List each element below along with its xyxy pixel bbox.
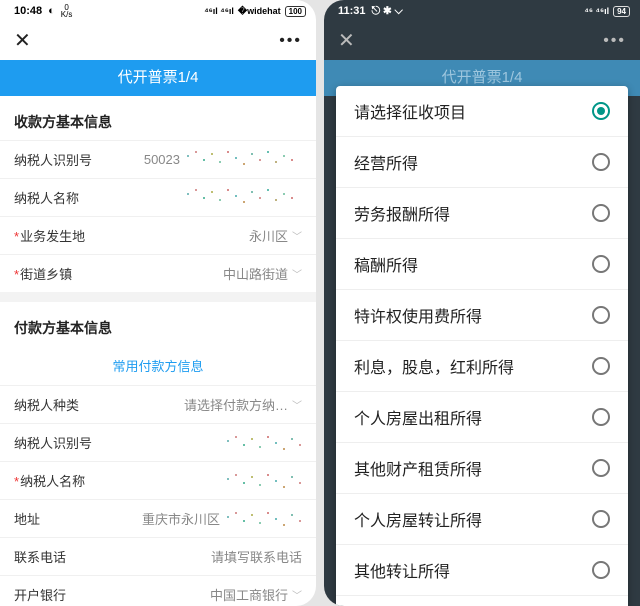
label-payer-name: 纳税人名称 bbox=[14, 471, 85, 490]
option-author-income[interactable]: 稿酬所得 bbox=[336, 239, 628, 290]
chevron-down-icon: ﹀ bbox=[292, 397, 302, 412]
redaction-icon bbox=[222, 509, 302, 529]
value-phone: 请填写联系电话 bbox=[76, 547, 302, 566]
status-battery: 100 bbox=[285, 6, 306, 17]
option-house-transfer-income[interactable]: 个人房屋转让所得 bbox=[336, 494, 628, 545]
row-payer-tax-id[interactable]: 纳税人识别号 bbox=[0, 423, 316, 461]
option-interest-dividend-income[interactable]: 利息，股息，红利所得 bbox=[336, 341, 628, 392]
radio-icon bbox=[592, 561, 610, 579]
redaction-icon bbox=[222, 433, 302, 453]
row-town[interactable]: 街道乡镇 中山路街道﹀ bbox=[0, 254, 316, 292]
row-bank[interactable]: 开户银行 中国工商银行﹀ bbox=[0, 575, 316, 606]
option-label: 稿酬所得 bbox=[354, 252, 418, 276]
status-time: 10:48 bbox=[14, 5, 42, 17]
status-glyph: ◐ bbox=[48, 5, 55, 17]
status-net: ⁴⁶ıl ⁴⁶ıl bbox=[204, 6, 234, 16]
status-bar: 10:48 ◐ 0K/s ⁴⁶ıl ⁴⁶ıl �widehat 100 bbox=[0, 0, 316, 22]
status-icons: ⎋ ✱ ⌵ bbox=[372, 5, 403, 18]
value-payer-name bbox=[95, 471, 302, 491]
option-label: 请选择征收项目 bbox=[354, 99, 466, 123]
more-button[interactable]: ••• bbox=[279, 32, 302, 50]
status-speed: 0K/s bbox=[61, 4, 73, 18]
option-other-lease-income[interactable]: 其他财产租赁所得 bbox=[336, 443, 628, 494]
form-scroll[interactable]: 收款方基本信息 纳税人识别号 50023 纳税人名称 业务发生地 永川区﹀ 街道… bbox=[0, 96, 316, 606]
option-label: 个人房屋转让所得 bbox=[354, 507, 482, 531]
page-title: 代开普票1/4 bbox=[0, 60, 316, 96]
phone-left: 10:48 ◐ 0K/s ⁴⁶ıl ⁴⁶ıl �widehat 100 ✕ ••… bbox=[0, 0, 316, 606]
close-button[interactable]: ✕ bbox=[338, 31, 355, 51]
row-payer-kind[interactable]: 纳税人种类 请选择付款方纳…﹀ bbox=[0, 385, 316, 423]
status-battery: 94 bbox=[613, 6, 630, 17]
radio-icon bbox=[592, 153, 610, 171]
label-bank: 开户银行 bbox=[14, 585, 66, 604]
option-label: 利息，股息，红利所得 bbox=[354, 354, 514, 378]
label-town: 街道乡镇 bbox=[14, 264, 72, 283]
row-payer-name[interactable]: 纳税人名称 bbox=[0, 461, 316, 499]
label-payer-tax-id: 纳税人识别号 bbox=[14, 433, 92, 452]
label-business-place: 业务发生地 bbox=[14, 226, 85, 245]
value-payer-tax-id bbox=[102, 433, 302, 453]
option-label: 个人房屋出租所得 bbox=[354, 405, 482, 429]
row-business-place[interactable]: 业务发生地 永川区﹀ bbox=[0, 216, 316, 254]
value-bank: 中国工商银行﹀ bbox=[76, 585, 302, 604]
chevron-down-icon: ﹀ bbox=[292, 228, 302, 243]
status-bar: 11:31 ⎋ ✱ ⌵ ⁴⁶ ⁴⁶ıl 94 bbox=[324, 0, 640, 22]
row-phone[interactable]: 联系电话 请填写联系电话 bbox=[0, 537, 316, 575]
phone-right: 11:31 ⎋ ✱ ⌵ ⁴⁶ ⁴⁶ıl 94 ✕ ••• 代开普票1/4 请选择… bbox=[324, 0, 640, 606]
row-address[interactable]: 地址 重庆市永川区 bbox=[0, 499, 316, 537]
label-payee-tax-id: 纳税人识别号 bbox=[14, 150, 92, 169]
option-labor-income[interactable]: 劳务报酬所得 bbox=[336, 188, 628, 239]
label-address: 地址 bbox=[14, 509, 40, 528]
radio-icon bbox=[592, 255, 610, 273]
radio-icon bbox=[592, 408, 610, 426]
row-payee-tax-id[interactable]: 纳税人识别号 50023 bbox=[0, 140, 316, 178]
more-button[interactable]: ••• bbox=[603, 32, 626, 50]
option-house-rent-income[interactable]: 个人房屋出租所得 bbox=[336, 392, 628, 443]
option-placeholder[interactable]: 请选择征收项目 bbox=[336, 86, 628, 137]
value-payer-kind: 请选择付款方纳…﹀ bbox=[89, 395, 302, 414]
label-payee-name: 纳税人名称 bbox=[14, 188, 79, 207]
section-gap bbox=[0, 292, 316, 302]
option-business-income[interactable]: 经营所得 bbox=[336, 137, 628, 188]
value-address: 重庆市永川区 bbox=[50, 509, 302, 529]
wifi-icon: �widehat bbox=[238, 6, 281, 17]
radio-icon bbox=[592, 102, 610, 120]
common-payer-link[interactable]: 常用付款方信息 bbox=[0, 346, 316, 385]
option-label: 其他财产租赁所得 bbox=[354, 456, 482, 480]
section-header-payee: 收款方基本信息 bbox=[0, 96, 316, 140]
option-label: 劳务报酬所得 bbox=[354, 201, 450, 225]
nav-bar: ✕ ••• bbox=[324, 22, 640, 60]
value-business-place: 永川区﹀ bbox=[95, 226, 302, 245]
option-sheet: 请选择征收项目 经营所得 劳务报酬所得 稿酬所得 特许权使用费所得 利息，股息，… bbox=[336, 86, 628, 606]
option-label: 特许权使用费所得 bbox=[354, 303, 482, 327]
radio-icon bbox=[592, 306, 610, 324]
option-label: 经营所得 bbox=[354, 150, 418, 174]
radio-icon bbox=[592, 204, 610, 222]
section-header-payer: 付款方基本信息 bbox=[0, 302, 316, 346]
nav-bar: ✕ ••• bbox=[0, 22, 316, 60]
chevron-down-icon: ﹀ bbox=[292, 587, 302, 602]
option-royalty-income[interactable]: 特许权使用费所得 bbox=[336, 290, 628, 341]
option-label: 其他转让所得 bbox=[354, 558, 450, 582]
redaction-icon bbox=[222, 471, 302, 491]
close-button[interactable]: ✕ bbox=[14, 31, 31, 51]
value-town: 中山路街道﹀ bbox=[82, 264, 302, 283]
row-payee-name[interactable]: 纳税人名称 bbox=[0, 178, 316, 216]
option-other-transfer-income[interactable]: 其他转让所得 bbox=[336, 545, 628, 596]
redaction-icon bbox=[182, 186, 302, 210]
redaction-icon bbox=[182, 148, 302, 172]
value-payee-name bbox=[89, 186, 302, 210]
value-payee-tax-id: 50023 bbox=[102, 148, 302, 172]
label-payer-kind: 纳税人种类 bbox=[14, 395, 79, 414]
radio-icon bbox=[592, 459, 610, 477]
radio-icon bbox=[592, 357, 610, 375]
chevron-down-icon: ﹀ bbox=[292, 266, 302, 281]
radio-icon bbox=[592, 510, 610, 528]
status-time: 11:31 bbox=[338, 5, 366, 17]
status-net: ⁴⁶ ⁴⁶ıl bbox=[584, 6, 609, 16]
label-phone: 联系电话 bbox=[14, 547, 66, 566]
